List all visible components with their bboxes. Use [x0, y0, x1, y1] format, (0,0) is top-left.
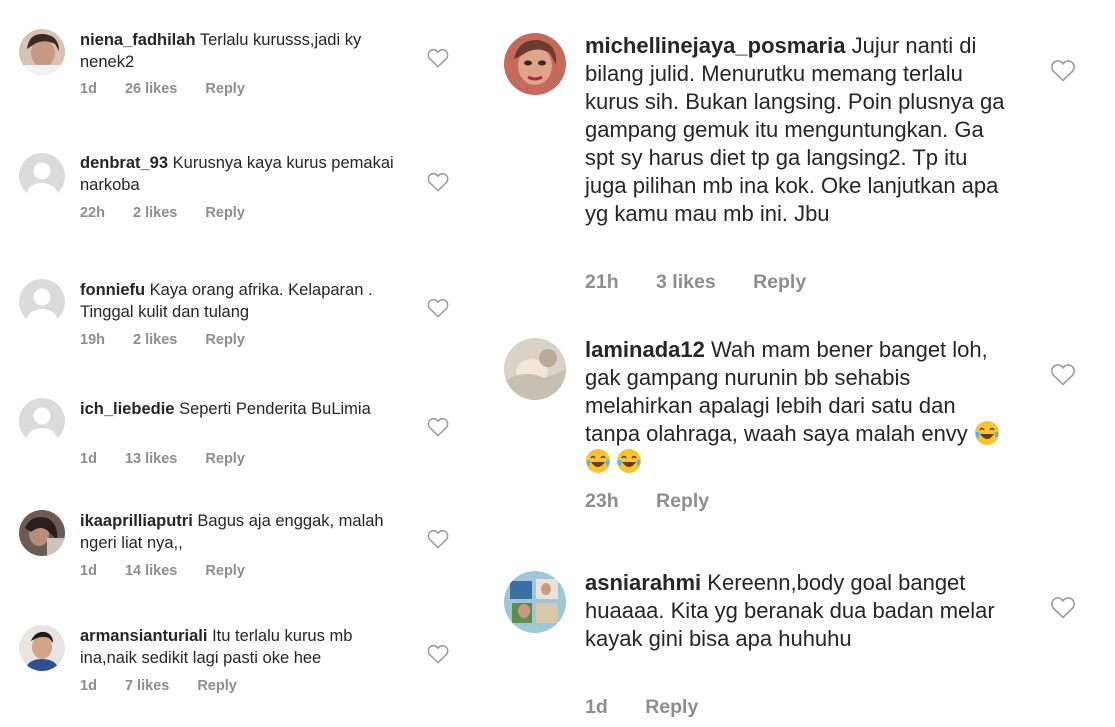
comment-time[interactable]: 1d — [80, 678, 97, 694]
tears-of-joy-emoji — [616, 449, 647, 474]
comment-meta: 1d 7 likes Reply — [80, 678, 261, 694]
avatar[interactable] — [504, 338, 566, 400]
heart-outline-icon[interactable] — [427, 644, 449, 664]
comment-likes[interactable]: 13 likes — [125, 451, 177, 467]
comment-time[interactable]: 23h — [585, 490, 619, 513]
comment-time[interactable]: 21h — [585, 271, 619, 294]
comment-meta: 23h Reply — [585, 490, 741, 513]
comment-likes[interactable]: 26 likes — [125, 81, 177, 97]
avatar[interactable] — [19, 279, 65, 325]
comment-username[interactable]: denbrat_93 — [80, 154, 168, 172]
right-comments-panel: michellinejaya_posmaria Jujur nanti di b… — [484, 0, 1115, 727]
comment-time[interactable]: 1d — [80, 563, 97, 579]
left-comments-panel: niena_fadhilah Terlalu kurusss,jadi ky n… — [0, 0, 470, 727]
reply-button[interactable]: Reply — [753, 271, 806, 294]
avatar[interactable] — [504, 571, 566, 633]
comment-meta: 1d 14 likes Reply — [80, 563, 269, 579]
reply-button[interactable]: Reply — [205, 451, 245, 467]
comment-text: laminada12 Wah mam bener banget loh, gak… — [585, 336, 1015, 476]
comment-time[interactable]: 1d — [585, 696, 608, 719]
person-silhouette-icon — [19, 398, 65, 444]
comment-likes[interactable]: 2 likes — [133, 205, 177, 221]
comment-time[interactable]: 19h — [80, 332, 105, 348]
heart-outline-icon[interactable] — [427, 529, 449, 549]
comment-likes[interactable]: 14 likes — [125, 563, 177, 579]
comment-text: denbrat_93 Kurusnya kaya kurus pemakai n… — [80, 152, 410, 196]
avatar[interactable] — [19, 398, 65, 444]
comment-text: michellinejaya_posmaria Jujur nanti di b… — [585, 32, 1015, 228]
heart-outline-icon[interactable] — [1050, 59, 1076, 82]
comment-likes[interactable]: 3 likes — [656, 271, 716, 294]
avatar[interactable] — [19, 153, 65, 199]
comment-username[interactable]: laminada12 — [585, 337, 705, 362]
comment-time[interactable]: 22h — [80, 205, 105, 221]
comment-text: ich_liebedie Seperti Penderita BuLimia — [80, 398, 410, 420]
comment-meta: 19h 2 likes Reply — [80, 332, 269, 348]
reply-button[interactable]: Reply — [645, 696, 698, 719]
comment-text: fonniefu Kaya orang afrika. Kelaparan . … — [80, 279, 410, 323]
comment-meta: 21h 3 likes Reply — [585, 271, 838, 294]
reply-button[interactable]: Reply — [205, 332, 245, 348]
comment-time[interactable]: 1d — [80, 451, 97, 467]
heart-outline-icon[interactable] — [1050, 363, 1076, 386]
comment-meta: 22h 2 likes Reply — [80, 205, 269, 221]
tears-of-joy-emoji — [585, 449, 616, 474]
comment-likes[interactable]: 7 likes — [125, 678, 169, 694]
reply-button[interactable]: Reply — [205, 81, 245, 97]
comment-username[interactable]: michellinejaya_posmaria — [585, 33, 845, 58]
comment-text: asniarahmi Kereenn,body goal banget huaa… — [585, 569, 1015, 653]
heart-outline-icon[interactable] — [427, 298, 449, 318]
tears-of-joy-emoji — [974, 421, 1005, 446]
avatar[interactable] — [19, 29, 65, 75]
reply-button[interactable]: Reply — [656, 490, 709, 513]
reply-button[interactable]: Reply — [205, 563, 245, 579]
heart-outline-icon[interactable] — [427, 417, 449, 437]
comment-username[interactable]: armansianturiali — [80, 627, 207, 645]
comment-meta: 1d Reply — [585, 696, 730, 719]
heart-outline-icon[interactable] — [427, 172, 449, 192]
panel-divider — [470, 0, 484, 727]
comment-body: Seperti Penderita BuLimia — [179, 400, 371, 418]
reply-button[interactable]: Reply — [205, 205, 245, 221]
comment-likes[interactable]: 2 likes — [133, 332, 177, 348]
reply-button[interactable]: Reply — [197, 678, 237, 694]
comment-username[interactable]: asniarahmi — [585, 570, 701, 595]
avatar[interactable] — [504, 33, 566, 95]
comment-username[interactable]: niena_fadhilah — [80, 31, 196, 49]
comment-meta: 1d 26 likes Reply — [80, 81, 269, 97]
comment-text: ikaaprilliaputri Bagus aja enggak, malah… — [80, 510, 410, 554]
comment-username[interactable]: ikaaprilliaputri — [80, 512, 193, 530]
comment-text: niena_fadhilah Terlalu kurusss,jadi ky n… — [80, 29, 410, 73]
avatar[interactable] — [19, 625, 65, 671]
comment-meta: 1d 13 likes Reply — [80, 451, 269, 467]
comment-username[interactable]: fonniefu — [80, 281, 145, 299]
comment-text: armansianturiali Itu terlalu kurus mb in… — [80, 625, 410, 669]
heart-outline-icon[interactable] — [1050, 596, 1076, 619]
person-silhouette-icon — [19, 279, 65, 325]
comment-username[interactable]: ich_liebedie — [80, 400, 174, 418]
comment-body: Jujur nanti di bilang julid. Menurutku m… — [585, 33, 1005, 226]
heart-outline-icon[interactable] — [427, 48, 449, 68]
avatar[interactable] — [19, 510, 65, 556]
comment-time[interactable]: 1d — [80, 81, 97, 97]
person-silhouette-icon — [19, 153, 65, 199]
